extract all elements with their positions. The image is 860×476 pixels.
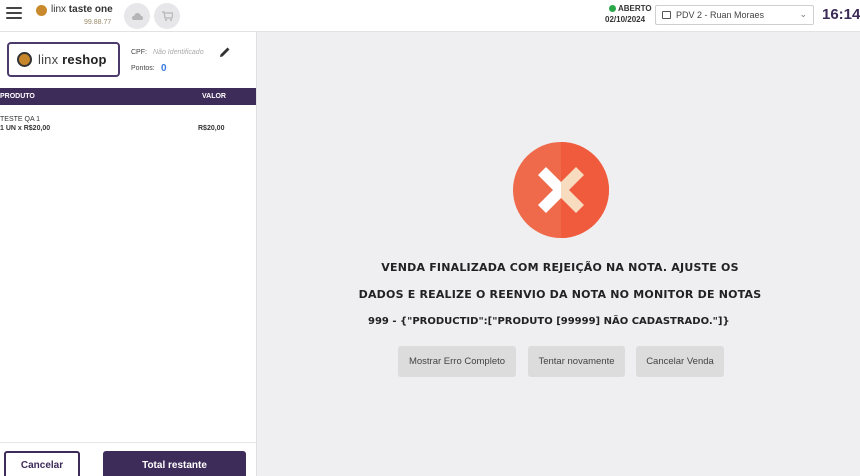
column-valor: VALOR xyxy=(202,93,226,100)
reshop-logo-icon xyxy=(17,52,32,67)
clock: 16:14 xyxy=(822,6,860,23)
error-x-icon xyxy=(513,142,609,238)
divider xyxy=(0,442,256,443)
item-name: TESTE QA 1 xyxy=(0,116,41,123)
top-bar: linx taste one 99.88.77 ABERTO 02/10/202… xyxy=(0,0,860,32)
brand-code: 99.88.77 xyxy=(84,19,112,26)
show-full-error-button[interactable]: Mostrar Erro Completo xyxy=(398,346,516,377)
brand-name: linx taste one xyxy=(51,4,113,15)
retry-button[interactable]: Tentar novamente xyxy=(528,346,625,377)
status-label: ABERTO xyxy=(618,4,652,13)
pontos-label: Pontos: xyxy=(131,65,155,72)
chevron-down-icon: ⌄ xyxy=(799,9,807,19)
status-date: 02/10/2024 xyxy=(605,15,646,24)
logo-text-light: linx xyxy=(38,52,59,67)
cpf-value: Não Identificado xyxy=(153,49,204,56)
brand-logo-icon xyxy=(36,5,47,16)
pontos-value: 0 xyxy=(161,63,167,74)
cancel-button[interactable]: Cancelar xyxy=(4,451,80,476)
store-logo: linx reshop xyxy=(7,42,120,77)
cloud-icon[interactable] xyxy=(124,3,150,29)
cart-icon[interactable] xyxy=(154,3,180,29)
table-header: PRODUTO VALOR xyxy=(0,88,256,105)
brand-name-prefix: linx xyxy=(51,4,67,15)
register-icon xyxy=(662,11,671,19)
pdv-select[interactable]: PDV 2 - Ruan Moraes ⌄ xyxy=(655,5,814,25)
cart-panel: linx reshop CPF: Não Identificado Pontos… xyxy=(0,32,257,476)
item-value: R$20,00 xyxy=(198,125,225,132)
cpf-label: CPF: xyxy=(131,49,147,56)
store-logo-text: linx reshop xyxy=(38,52,107,67)
pencil-icon[interactable] xyxy=(219,45,231,57)
pdv-label: PDV 2 - Ruan Moraes xyxy=(676,10,765,20)
error-message-line-1: VENDA FINALIZADA COM REJEIÇÃO NA NOTA. A… xyxy=(381,261,739,274)
status-dot xyxy=(609,5,616,12)
brand-name-bold: taste one xyxy=(68,4,113,15)
total-remaining-button[interactable]: Total restante xyxy=(103,451,246,476)
item-quantity: 1 UN x R$20,00 xyxy=(0,125,51,132)
hamburger-icon[interactable] xyxy=(6,7,22,21)
cancel-sale-button[interactable]: Cancelar Venda xyxy=(636,346,724,377)
error-message-line-3: 999 - {"PRODUCTID":["PRODUTO [99999] NÃO… xyxy=(368,316,730,327)
logo-text-bold: reshop xyxy=(62,52,107,67)
column-produto: PRODUTO xyxy=(0,93,35,100)
error-message-line-2: DADOS E REALIZE O REENVIO DA NOTA NO MON… xyxy=(358,288,762,301)
